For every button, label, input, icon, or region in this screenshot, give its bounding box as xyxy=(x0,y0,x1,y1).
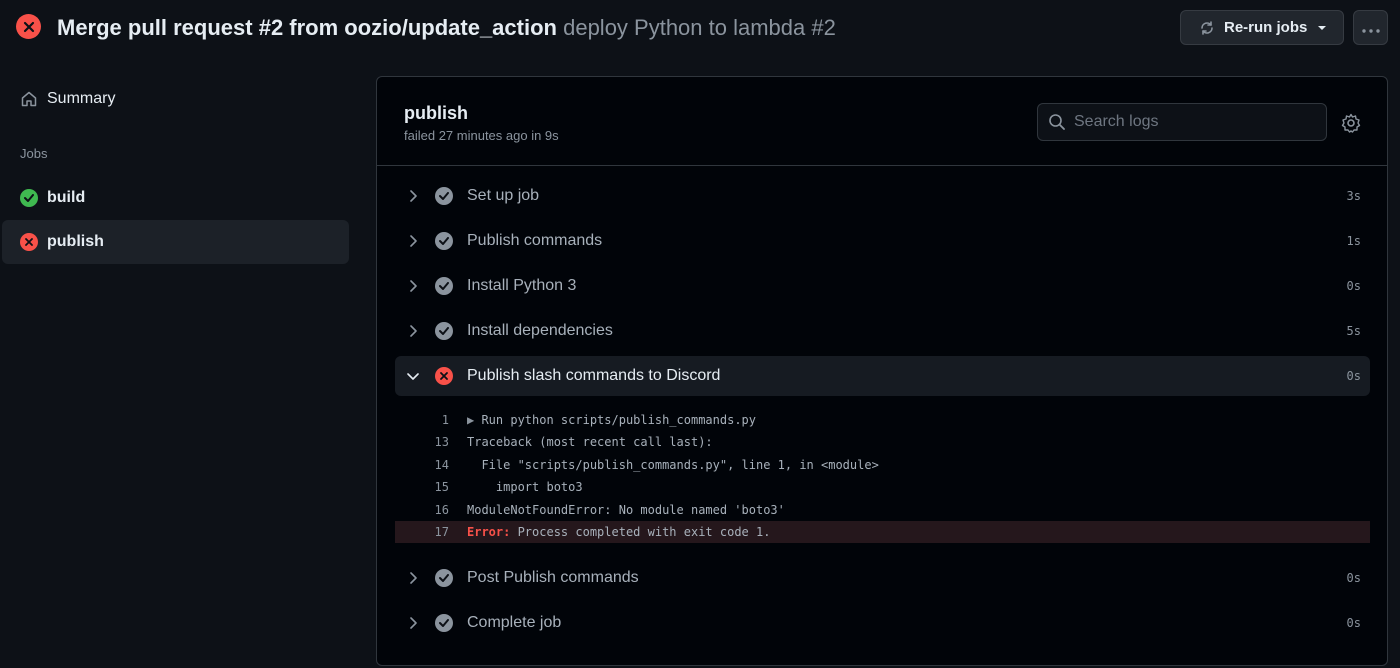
home-icon xyxy=(20,90,38,108)
error-label: Error: xyxy=(467,525,511,539)
log-text: ModuleNotFoundError: No module named 'bo… xyxy=(467,503,785,517)
search-logs-input[interactable] xyxy=(1074,113,1304,131)
gear-icon[interactable] xyxy=(1341,113,1361,133)
run-header: Merge pull request #2 from oozio/update_… xyxy=(0,0,1400,56)
log-text: File "scripts/publish_commands.py", line… xyxy=(467,458,879,472)
sidebar-item-summary[interactable]: Summary xyxy=(2,77,349,121)
log-line: 15 import boto3 xyxy=(395,476,1370,498)
run-title: Merge pull request #2 from oozio/update_… xyxy=(57,14,836,42)
chevron-down-icon xyxy=(405,372,421,380)
step-publish-commands[interactable]: Publish commands 1s xyxy=(395,221,1370,261)
step-duration: 0s xyxy=(1346,616,1361,630)
search-logs-field[interactable] xyxy=(1037,103,1327,141)
log-text: import boto3 xyxy=(467,480,583,494)
log-group-text: ▶ Run python scripts/publish_commands.py xyxy=(467,413,756,427)
failure-x-icon xyxy=(20,233,38,251)
job-meta: failed 27 minutes ago in 9s xyxy=(404,128,559,143)
check-circle-icon xyxy=(435,614,453,632)
log-line: 16 ModuleNotFoundError: No module named … xyxy=(395,499,1370,521)
line-number: 15 xyxy=(434,480,449,494)
chevron-right-icon xyxy=(405,235,421,247)
run-title-main: Merge pull request #2 from oozio/update_… xyxy=(57,15,557,40)
step-duration: 0s xyxy=(1346,279,1361,293)
sidebar-item-label: Summary xyxy=(47,90,116,107)
step-set-up-job[interactable]: Set up job 3s xyxy=(395,176,1370,216)
sync-icon xyxy=(1199,20,1215,36)
search-icon xyxy=(1048,113,1066,131)
sidebar-item-label: publish xyxy=(47,233,104,250)
step-name: Set up job xyxy=(467,187,540,204)
job-log-panel: publish failed 27 minutes ago in 9s Set … xyxy=(376,76,1388,666)
line-number: 17 xyxy=(434,525,449,539)
step-duration: 1s xyxy=(1346,234,1361,248)
check-circle-icon xyxy=(435,187,453,205)
log-text: Traceback (most recent call last): xyxy=(467,435,713,449)
chevron-right-icon xyxy=(405,617,421,629)
step-name: Install Python 3 xyxy=(467,277,577,294)
job-title: publish xyxy=(404,103,468,123)
step-publish-slash-commands[interactable]: Publish slash commands to Discord 0s xyxy=(395,356,1370,396)
log-line: 13 Traceback (most recent call last): xyxy=(395,431,1370,453)
failure-x-icon xyxy=(435,367,453,385)
step-name: Post Publish commands xyxy=(467,569,639,586)
step-name: Complete job xyxy=(467,614,562,631)
check-circle-icon xyxy=(435,232,453,250)
step-name: Install dependencies xyxy=(467,322,613,339)
check-circle-icon xyxy=(435,569,453,587)
step-duration: 0s xyxy=(1346,571,1361,585)
caret-down-icon xyxy=(1317,25,1327,31)
success-check-icon xyxy=(20,189,38,207)
step-install-dependencies[interactable]: Install dependencies 5s xyxy=(395,311,1370,351)
triangle-right-icon: ▶ xyxy=(467,413,482,427)
chevron-right-icon xyxy=(405,190,421,202)
chevron-right-icon xyxy=(405,325,421,337)
kebab-horizontal-icon xyxy=(1361,20,1380,36)
line-number: 14 xyxy=(434,458,449,472)
step-duration: 0s xyxy=(1346,369,1361,383)
sidebar-item-build[interactable]: build xyxy=(2,176,349,220)
chevron-right-icon xyxy=(405,572,421,584)
rerun-jobs-button[interactable]: Re-run jobs xyxy=(1180,10,1344,45)
log-text: Run python scripts/publish_commands.py xyxy=(481,413,756,427)
more-options-button[interactable] xyxy=(1353,10,1388,45)
failure-status-icon xyxy=(16,14,41,39)
rerun-jobs-label: Re-run jobs xyxy=(1224,19,1308,36)
step-name: Publish commands xyxy=(467,232,603,249)
check-circle-icon xyxy=(435,277,453,295)
log-line-error: 17 Error: Process completed with exit co… xyxy=(395,521,1370,543)
jobs-heading: Jobs xyxy=(20,146,48,161)
step-duration: 5s xyxy=(1346,324,1361,338)
job-header: publish failed 27 minutes ago in 9s xyxy=(377,77,1387,166)
step-install-python[interactable]: Install Python 3 0s xyxy=(395,266,1370,306)
chevron-right-icon xyxy=(405,280,421,292)
step-name: Publish slash commands to Discord xyxy=(467,367,721,384)
line-number: 13 xyxy=(434,435,449,449)
line-number: 16 xyxy=(434,503,449,517)
check-circle-icon xyxy=(435,322,453,340)
run-title-sub: deploy Python to lambda #2 xyxy=(563,15,836,40)
sidebar-item-publish[interactable]: publish xyxy=(2,220,349,264)
line-number: 1 xyxy=(441,413,449,427)
log-error-text: Error: Process completed with exit code … xyxy=(467,525,770,539)
log-line: 14 File "scripts/publish_commands.py", l… xyxy=(395,454,1370,476)
step-complete-job[interactable]: Complete job 0s xyxy=(395,603,1370,643)
step-post-publish-commands[interactable]: Post Publish commands 0s xyxy=(395,558,1370,598)
log-text: Process completed with exit code 1. xyxy=(510,525,771,539)
step-duration: 3s xyxy=(1346,189,1361,203)
sidebar-item-label: build xyxy=(47,189,86,206)
log-line[interactable]: 1 ▶ Run python scripts/publish_commands.… xyxy=(395,409,1370,431)
